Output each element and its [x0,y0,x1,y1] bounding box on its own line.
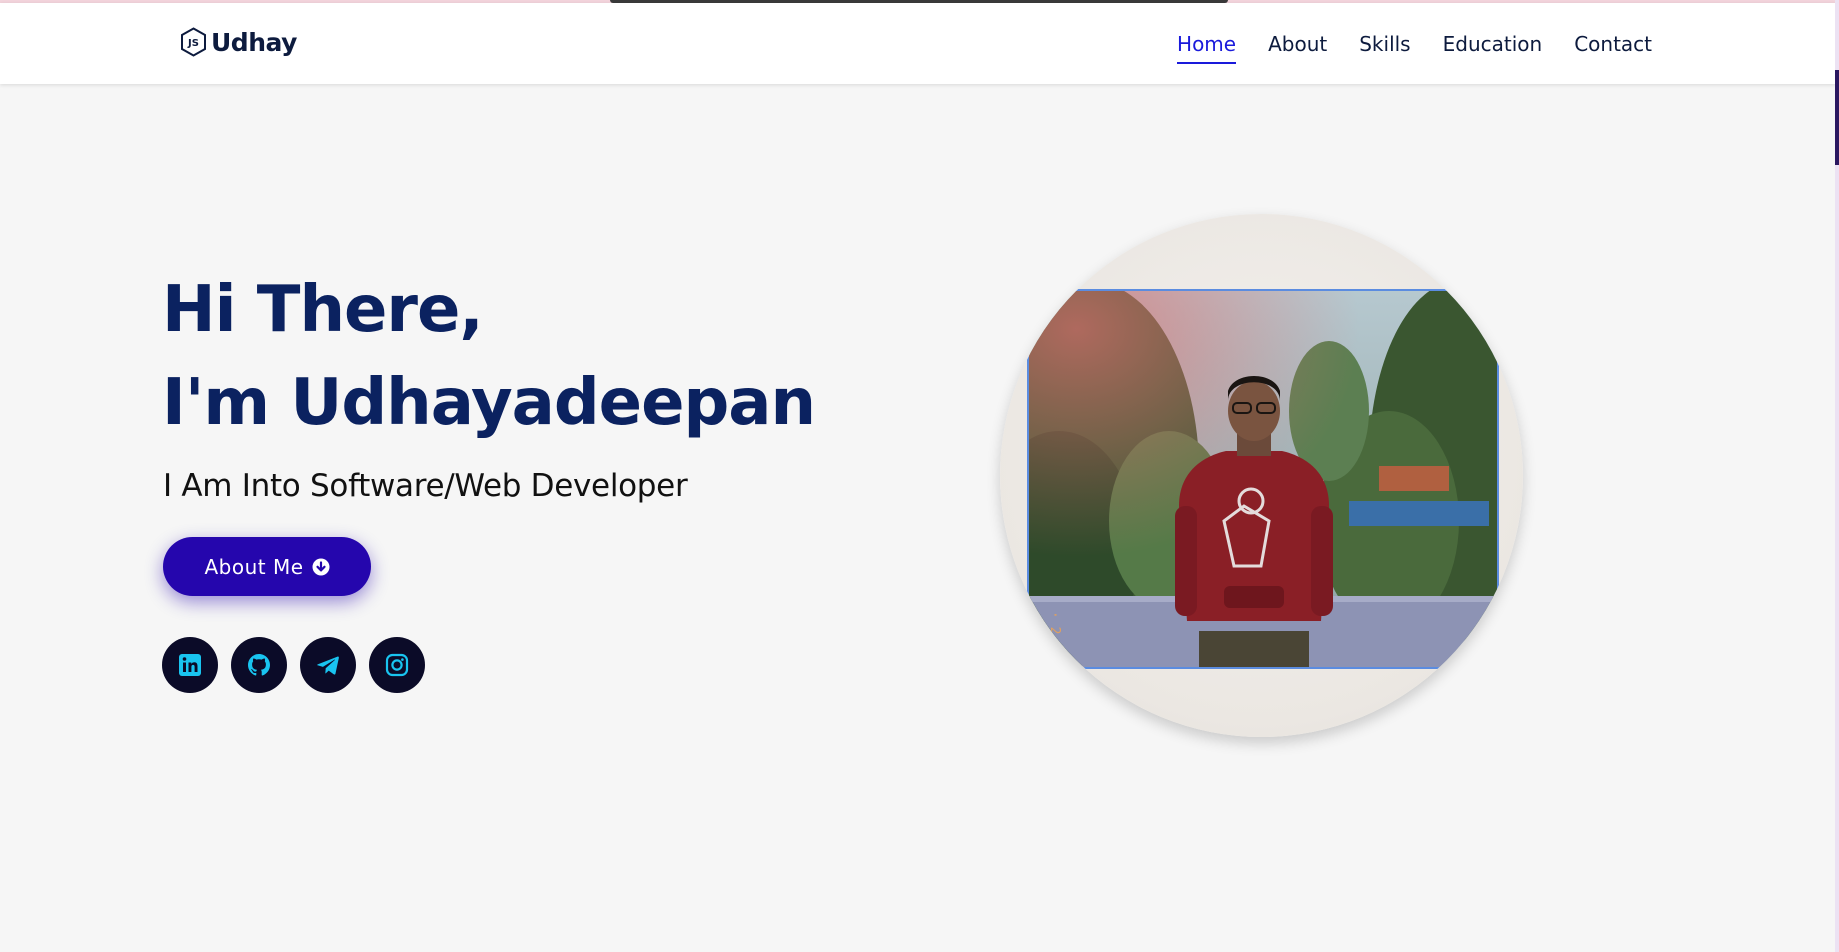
nav-home[interactable]: Home [1177,32,1237,64]
nodejs-logo-icon: JS [181,27,206,57]
hero-subtitle: I Am Into Software/Web Developer [163,468,688,504]
nav-education[interactable]: Education [1443,32,1543,64]
profile-photo-frame: · 2 0 1 · [1000,214,1523,737]
hero-greeting: Hi There, [162,273,484,347]
github-icon [248,654,270,676]
github-link[interactable] [231,637,287,693]
linkedin-icon [179,654,201,676]
site-header: JS Udhay Home About Skills Education Con… [0,3,1836,84]
hero-name: I'm Udhayadeepan [162,366,816,440]
linkedin-link[interactable] [162,637,218,693]
nav-about[interactable]: About [1268,32,1327,64]
telegram-link[interactable] [300,637,356,693]
instagram-icon [385,653,409,677]
about-me-button[interactable]: About Me [163,537,371,596]
svg-text:· 2 0 1 ·: · 2 0 1 · [1047,611,1062,669]
logo-text: Udhay [211,27,297,57]
telegram-icon [317,656,339,675]
social-links [162,637,425,693]
scrollbar[interactable] [1835,0,1839,952]
arrow-down-circle-icon [312,558,330,575]
svg-text:JS: JS [187,38,199,49]
site-logo[interactable]: JS Udhay [180,27,297,57]
instagram-link[interactable] [369,637,425,693]
main-nav: Home About Skills Education Contact [1177,32,1652,64]
profile-photo-image: · 2 0 1 · [1029,291,1497,669]
profile-photo: · 2 0 1 · [1027,289,1499,669]
scrollbar-thumb[interactable] [1835,70,1839,165]
nav-contact[interactable]: Contact [1574,32,1652,64]
nav-skills[interactable]: Skills [1359,32,1410,64]
about-me-label: About Me [204,554,304,579]
